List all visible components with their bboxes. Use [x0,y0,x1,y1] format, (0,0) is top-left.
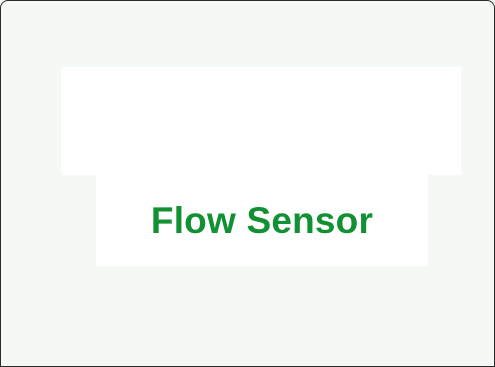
sensor-image-area [61,67,461,175]
sensor-frame: Flow Sensor [0,0,495,367]
sensor-title-card[interactable]: Flow Sensor [96,175,428,266]
sensor-title: Flow Sensor [150,199,374,241]
